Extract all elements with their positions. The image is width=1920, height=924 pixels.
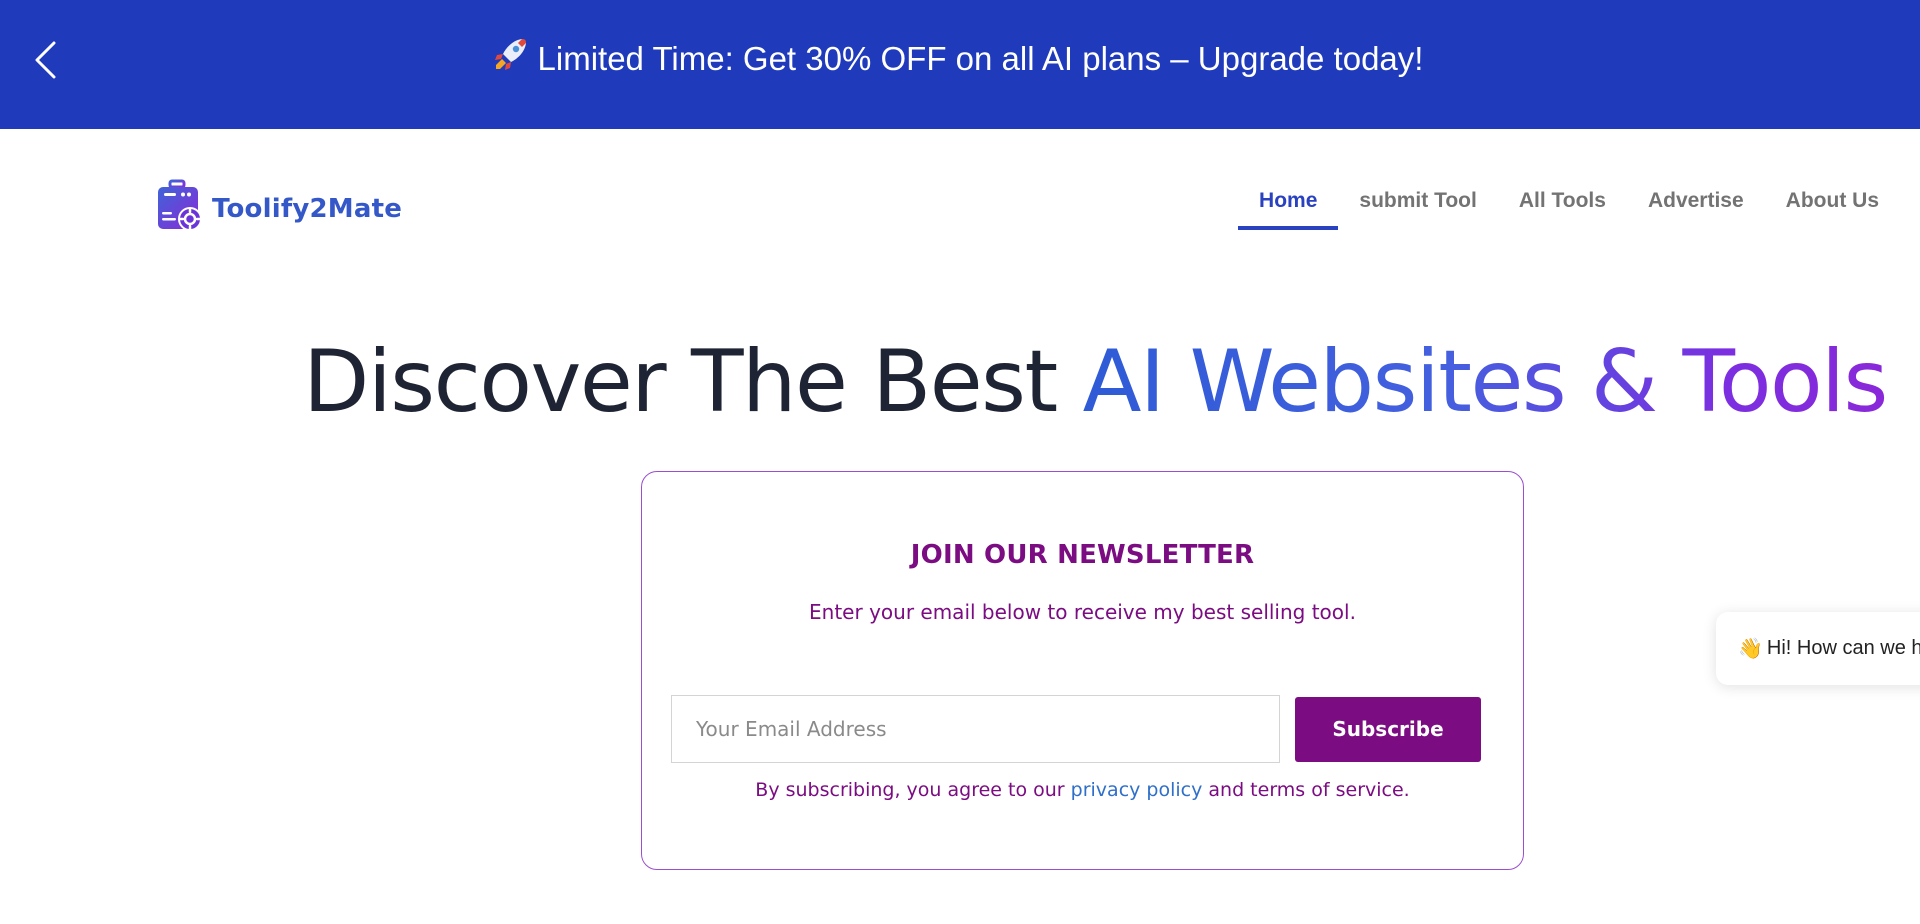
email-input[interactable] bbox=[671, 695, 1280, 763]
newsletter-form: Subscribe bbox=[671, 695, 1481, 763]
newsletter-subtitle: Enter your email below to receive my bes… bbox=[809, 600, 1356, 624]
promo-text: Limited Time: Get 30% OFF on all AI plan… bbox=[537, 40, 1424, 77]
hero-title: Discover The Best AI Websites & Tools bbox=[135, 330, 1920, 434]
consent-text: By subscribing, you agree to our privacy… bbox=[642, 779, 1523, 801]
chat-widget[interactable]: 👋 Hi! How can we help? bbox=[1716, 612, 1920, 685]
nav-item-submit-tool[interactable]: submit Tool bbox=[1338, 175, 1497, 230]
site-header: Toolify2Mate Home submit Tool All Tools … bbox=[0, 129, 1920, 249]
logo[interactable]: Toolify2Mate bbox=[156, 179, 402, 238]
logo-text: Toolify2Mate bbox=[212, 193, 403, 224]
promo-message[interactable]: Limited Time: Get 30% OFF on all AI plan… bbox=[0, 34, 1920, 87]
consent-prefix: By subscribing, you agree to our bbox=[755, 779, 1071, 801]
privacy-policy-link[interactable]: privacy policy bbox=[1071, 779, 1203, 801]
subscribe-button[interactable]: Subscribe bbox=[1295, 696, 1481, 762]
hero-title-plain: Discover The Best bbox=[303, 332, 1083, 432]
newsletter-title: JOIN OUR NEWSLETTER bbox=[910, 540, 1255, 570]
hero-section: Discover The Best AI Websites & Tools bbox=[0, 330, 1920, 434]
toolbox-logo-icon bbox=[156, 179, 204, 238]
main-nav: Home submit Tool All Tools Advertise Abo… bbox=[1238, 175, 1920, 230]
nav-item-all-tools[interactable]: All Tools bbox=[1498, 175, 1627, 230]
nav-item-home[interactable]: Home bbox=[1238, 175, 1339, 230]
nav-item-about-us[interactable]: About Us bbox=[1765, 175, 1920, 230]
promo-banner: Limited Time: Get 30% OFF on all AI plan… bbox=[0, 0, 1920, 129]
rocket-icon bbox=[492, 35, 530, 87]
chat-text: Hi! How can we help? bbox=[1766, 637, 1920, 659]
nav-item-advertise[interactable]: Advertise bbox=[1627, 175, 1765, 230]
hero-title-highlight: AI Websites & Tools bbox=[1082, 332, 1889, 432]
newsletter-card: JOIN OUR NEWSLETTER Enter your email bel… bbox=[641, 471, 1524, 870]
waving-hand-icon: 👋 bbox=[1738, 638, 1763, 660]
consent-suffix: and terms of service. bbox=[1202, 779, 1410, 801]
